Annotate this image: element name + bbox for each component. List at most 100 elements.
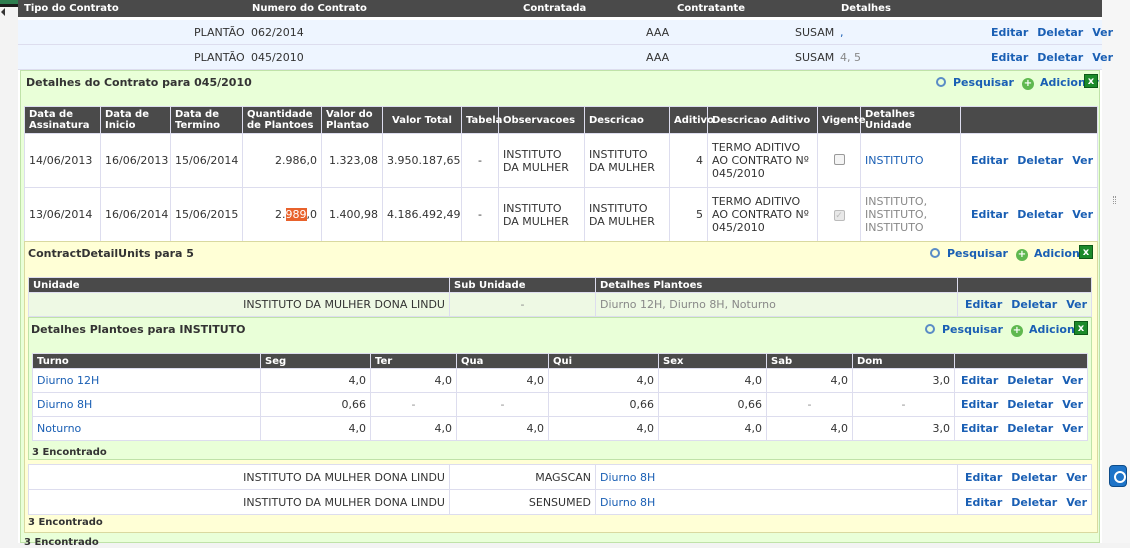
- edit-link[interactable]: Editar: [965, 471, 1002, 484]
- header-contratada: Contratada: [523, 3, 587, 14]
- cell-dom: -: [852, 392, 955, 417]
- th-assinatura: Data de Assinatura: [24, 106, 101, 134]
- th-sex: Sex: [658, 353, 767, 369]
- qtd-suffix: ,0: [306, 208, 318, 221]
- edit-link[interactable]: Editar: [991, 51, 1028, 64]
- unidade-link[interactable]: INSTITUTO: [865, 154, 924, 167]
- th-subunidade: Sub Unidade: [449, 277, 596, 293]
- detalhes-plantoes-link[interactable]: Diurno 8H: [600, 471, 655, 484]
- cell-unidade: INSTITUTO, INSTITUTO, INSTITUTO: [860, 187, 961, 242]
- table-row: 13/06/2014 16/06/2014 15/06/2015 2.989,0…: [24, 187, 1098, 242]
- th-ter: Ter: [370, 353, 457, 369]
- edit-link[interactable]: Editar: [971, 208, 1008, 221]
- cell-termino: 15/06/2014: [170, 133, 243, 188]
- th-qua: Qua: [456, 353, 549, 369]
- cell-unidade: INSTITUTO DA MULHER DONA LINDU: [28, 464, 450, 490]
- plantoes-header-row: Turno Seg Ter Qua Qui Sex Sab Dom: [32, 353, 1088, 369]
- close-icon[interactable]: x: [1084, 74, 1098, 88]
- edit-link[interactable]: Editar: [961, 374, 998, 387]
- plantoes-section-title: Detalhes Plantoes para INSTITUTO: [31, 323, 246, 336]
- turno-link[interactable]: Noturno: [37, 422, 81, 435]
- qtd-prefix: 2.: [275, 208, 286, 221]
- th-termino: Data de Termino: [170, 106, 243, 134]
- th-actions: [960, 106, 1098, 134]
- table-row: Noturno 4,0 4,0 4,0 4,0 4,0 4,0 3,0 Edit…: [32, 416, 1088, 441]
- delete-link[interactable]: Deletar: [1011, 298, 1057, 311]
- view-link[interactable]: Ver: [1062, 422, 1083, 435]
- cell-sab: -: [766, 392, 853, 417]
- header-tipo: Tipo do Contrato: [24, 3, 119, 14]
- close-icon[interactable]: x: [1079, 245, 1093, 259]
- cell-termino: 15/06/2015: [170, 187, 243, 242]
- th-seg: Seg: [260, 353, 371, 369]
- delete-link[interactable]: Deletar: [1011, 471, 1057, 484]
- edit-link[interactable]: Editar: [961, 398, 998, 411]
- cell-desc-aditivo: TERMO ADITIVO AO CONTRATO Nº 045/2010: [707, 133, 818, 188]
- edit-link[interactable]: Editar: [971, 154, 1008, 167]
- delete-link[interactable]: Deletar: [1007, 422, 1053, 435]
- contract-numero: 045/2010: [251, 51, 304, 64]
- edit-link[interactable]: Editar: [965, 496, 1002, 509]
- cell-aditivo: 4: [669, 133, 708, 188]
- edit-link[interactable]: Editar: [961, 422, 998, 435]
- cell-ter: -: [370, 392, 457, 417]
- contract-contratada: AAA: [646, 26, 670, 39]
- edit-link[interactable]: Editar: [965, 298, 1002, 311]
- view-link[interactable]: Ver: [1066, 496, 1087, 509]
- th-desc: Descricao: [584, 106, 670, 134]
- cell-sex: 0,66: [658, 392, 767, 417]
- delete-link[interactable]: Deletar: [1011, 496, 1057, 509]
- contract-contratante: SUSAM: [795, 51, 835, 64]
- th-unidade: Detalhes Unidade: [860, 106, 961, 134]
- delete-link[interactable]: Deletar: [1007, 374, 1053, 387]
- delete-link[interactable]: Deletar: [1037, 26, 1083, 39]
- teamviewer-icon[interactable]: [1109, 465, 1127, 487]
- plantoes-tools: Pesquisar + Adicionar: [925, 323, 1088, 337]
- close-icon[interactable]: x: [1074, 321, 1088, 335]
- view-link[interactable]: Ver: [1092, 51, 1113, 64]
- table-row: Diurno 12H 4,0 4,0 4,0 4,0 4,0 4,0 3,0 E…: [32, 368, 1088, 393]
- vigente-checkbox[interactable]: [833, 153, 845, 165]
- plantoes-count: 3 Encontrado: [32, 447, 107, 458]
- cell-assinatura: 13/06/2014: [24, 187, 101, 242]
- detalhes-plantoes-link[interactable]: Diurno 8H: [600, 496, 655, 509]
- th-qui: Qui: [548, 353, 659, 369]
- view-link[interactable]: Ver: [1092, 26, 1113, 39]
- cell-qtd: 2.989,0: [242, 187, 322, 242]
- view-link[interactable]: Ver: [1072, 154, 1093, 167]
- turno-link[interactable]: Diurno 8H: [37, 398, 92, 411]
- cell-sab: 4,0: [766, 416, 853, 441]
- cell-total: 3.950.187,65: [382, 133, 462, 188]
- cell-seg: 4,0: [260, 416, 371, 441]
- search-link[interactable]: Pesquisar: [953, 76, 1014, 89]
- view-link[interactable]: Ver: [1072, 208, 1093, 221]
- view-link[interactable]: Ver: [1066, 471, 1087, 484]
- view-link[interactable]: Ver: [1062, 398, 1083, 411]
- delete-link[interactable]: Deletar: [1017, 208, 1063, 221]
- add-icon: +: [1015, 249, 1028, 261]
- cell-unidade: INSTITUTO DA MULHER DONA LINDU: [28, 489, 450, 515]
- view-link[interactable]: Ver: [1066, 298, 1087, 311]
- scrollbar[interactable]: [1100, 0, 1130, 543]
- qtd-selection: 989: [285, 208, 307, 221]
- cell-inicio: 16/06/2013: [100, 133, 171, 188]
- vigente-checkbox-checked[interactable]: ✓: [833, 210, 845, 221]
- table-row: INSTITUTO DA MULHER DONA LINDU - Diurno …: [28, 292, 1092, 317]
- details-table: Data de Assinatura Data de Inicio Data d…: [24, 106, 1098, 242]
- th-aditivo: Aditivo: [669, 106, 714, 134]
- delete-link[interactable]: Deletar: [1037, 51, 1083, 64]
- search-link[interactable]: Pesquisar: [947, 247, 1008, 260]
- th-sab: Sab: [766, 353, 853, 369]
- search-link[interactable]: Pesquisar: [942, 323, 1003, 336]
- cell-sex: 4,0: [658, 416, 767, 441]
- cell-valor: 1.323,08: [321, 133, 383, 188]
- edit-link[interactable]: Editar: [991, 26, 1028, 39]
- collapse-arrow-icon[interactable]: [1, 8, 5, 16]
- view-link[interactable]: Ver: [1062, 374, 1083, 387]
- cell-ter: 4,0: [370, 368, 457, 393]
- turno-link[interactable]: Diurno 12H: [37, 374, 99, 387]
- contract-detalhes-link[interactable]: ,: [840, 26, 844, 39]
- cell-subunidade: MAGSCAN: [449, 464, 596, 490]
- delete-link[interactable]: Deletar: [1017, 154, 1063, 167]
- delete-link[interactable]: Deletar: [1007, 398, 1053, 411]
